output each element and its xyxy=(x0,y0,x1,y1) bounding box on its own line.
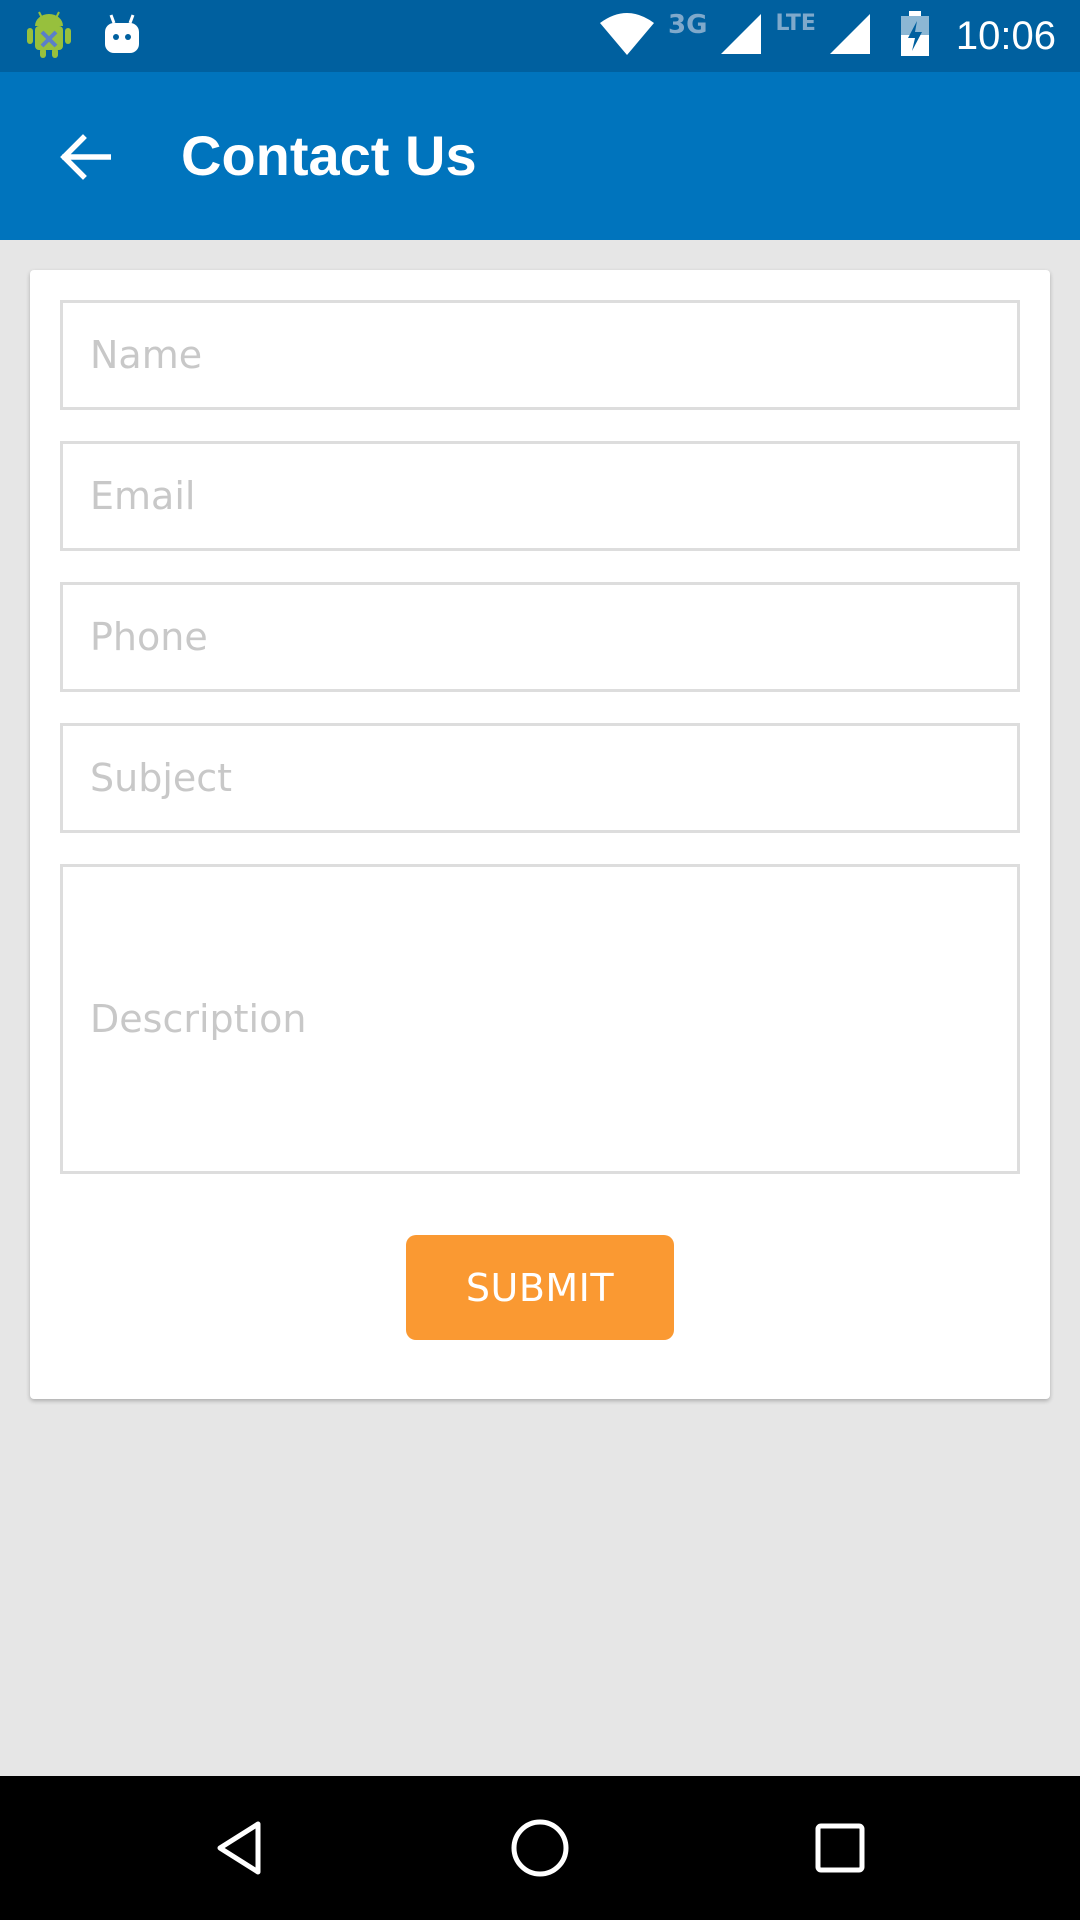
back-triangle-icon xyxy=(217,1821,261,1875)
network-type-3g: 3G xyxy=(668,10,708,40)
navigation-bar xyxy=(0,1776,1080,1920)
wifi-icon xyxy=(598,11,656,61)
home-circle-icon xyxy=(511,1819,569,1877)
contact-form-card: SUBMIT xyxy=(30,270,1050,1399)
page-title: Contact Us xyxy=(181,124,477,187)
status-bar: 3G LTE 10:06 xyxy=(0,0,1080,72)
nav-home-button[interactable] xyxy=(490,1798,590,1898)
signal-icon xyxy=(719,12,763,60)
back-button[interactable] xyxy=(40,112,130,202)
phone-field[interactable] xyxy=(60,582,1020,692)
notification-bot-icon xyxy=(102,13,142,61)
app-bar: Contact Us xyxy=(0,72,1080,240)
nav-back-button[interactable] xyxy=(190,1798,290,1898)
android-debug-icon xyxy=(26,10,72,64)
subject-field[interactable] xyxy=(60,723,1020,833)
battery-charging-icon xyxy=(900,11,930,61)
status-system: 3G LTE 10:06 xyxy=(598,0,1056,72)
network-type-lte: LTE xyxy=(775,10,816,36)
description-field[interactable] xyxy=(60,864,1020,1174)
nav-recents-button[interactable] xyxy=(790,1798,890,1898)
name-field[interactable] xyxy=(60,300,1020,410)
submit-button[interactable]: SUBMIT xyxy=(406,1235,674,1340)
status-clock: 10:06 xyxy=(955,13,1056,58)
status-notifications xyxy=(26,10,142,64)
recents-square-icon xyxy=(815,1823,865,1873)
arrow-left-icon xyxy=(60,134,111,180)
signal-icon xyxy=(828,12,872,60)
email-field[interactable] xyxy=(60,441,1020,551)
